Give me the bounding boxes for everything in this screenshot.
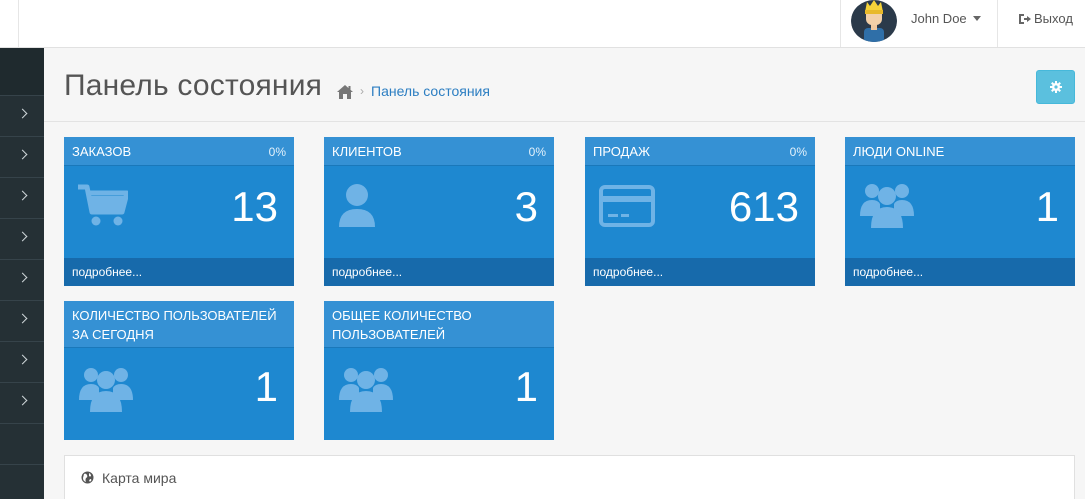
tile-header: КЛИЕНТОВ 0% (324, 137, 554, 166)
chevron-right-icon (17, 231, 28, 242)
chevron-right-icon (17, 149, 28, 160)
tile-clients: КЛИЕНТОВ 0% 3 подробнее... (324, 137, 554, 286)
tile-title: ЗАКАЗОВ (72, 144, 132, 159)
more-link[interactable]: подробнее... (853, 265, 923, 279)
sidebar-item-9[interactable] (0, 424, 44, 465)
breadcrumb-link[interactable]: Панель состояния (371, 83, 490, 99)
users-icon (860, 184, 914, 228)
tile-title: ПРОДАЖ (593, 144, 651, 159)
tile-header: ЗАКАЗОВ 0% (64, 137, 294, 166)
more-link[interactable]: подробнее... (593, 265, 663, 279)
user-menu[interactable]: John Doe (840, 0, 997, 47)
tile-value: 1 (254, 363, 278, 410)
tile-title: КЛИЕНТОВ (332, 144, 402, 159)
tile-value: 1 (514, 363, 538, 410)
tile-sales: ПРОДАЖ 0% 613 подробнее... (585, 137, 815, 286)
sign-out-icon (1019, 14, 1031, 24)
logout-button[interactable]: Выход (997, 0, 1085, 47)
sidebar-item-4[interactable] (0, 219, 44, 260)
tile-value: 3 (514, 183, 538, 230)
chevron-right-icon (17, 108, 28, 119)
logout-label[interactable]: Выход (1034, 11, 1073, 26)
tile-value: 613 (728, 183, 799, 230)
tile-total-users: ОБЩЕЕ КОЛИЧЕСТВО ПОЛЬЗОВАТЕЛЕЙ 1 (324, 301, 554, 440)
tile-title-line-2: ПОЛЬЗОВАТЕЛЕЙ (332, 327, 446, 342)
user-name[interactable]: John Doe (911, 11, 967, 26)
chevron-right-icon (17, 313, 28, 324)
tile-percent: 0% (268, 145, 286, 159)
credit-card-icon (599, 185, 655, 227)
sidebar-item-2[interactable] (0, 137, 44, 178)
tile-people-online: ЛЮДИ ONLINE 1 подробнее... (845, 137, 1075, 286)
tile-orders: ЗАКАЗОВ 0% 13 подробнее... (64, 137, 294, 286)
world-map-panel: Карта мира (64, 455, 1075, 499)
tile-title-line-1: КОЛИЧЕСТВО ПОЛЬЗОВАТЕЛЕЙ (72, 308, 277, 323)
chevron-right-icon (17, 190, 28, 201)
caret-down-icon[interactable] (973, 16, 981, 21)
chevron-right-icon (17, 395, 28, 406)
sidebar-item-5[interactable] (0, 260, 44, 301)
chevron-right-icon (17, 354, 28, 365)
page-header: Панель состояния › Панель состояния (44, 48, 1085, 122)
sidebar-top-item[interactable] (0, 48, 44, 96)
tile-users-today: КОЛИЧЕСТВО ПОЛЬЗОВАТЕЛЕЙ ЗА СЕГОДНЯ 1 (64, 301, 294, 440)
tile-title-line-1: ОБЩЕЕ КОЛИЧЕСТВО (332, 308, 472, 323)
top-header: John Doe Выход (0, 0, 1085, 48)
tile-percent: 0% (789, 145, 807, 159)
more-link[interactable]: подробнее... (72, 265, 142, 279)
sidebar-item-7[interactable] (0, 342, 44, 383)
user-icon (339, 184, 375, 227)
settings-button[interactable] (1036, 70, 1075, 104)
more-link[interactable]: подробнее... (332, 265, 402, 279)
sidebar-item-8[interactable] (0, 383, 44, 424)
tile-value: 1 (1035, 183, 1059, 230)
sidebar (0, 48, 44, 499)
tile-footer[interactable]: подробнее... (845, 258, 1075, 286)
tile-percent: 0% (528, 145, 546, 159)
shopping-cart-icon (78, 184, 128, 226)
page-title: Панель состояния (64, 69, 323, 102)
sidebar-item-3[interactable] (0, 178, 44, 219)
user-avatar[interactable] (851, 0, 897, 42)
header-left-strip (0, 0, 19, 47)
users-icon (339, 368, 393, 412)
tile-footer[interactable]: подробнее... (64, 258, 294, 286)
tile-value: 13 (231, 183, 278, 230)
sidebar-item-1[interactable] (0, 96, 44, 137)
gear-icon (1050, 81, 1062, 93)
home-icon[interactable] (336, 84, 354, 100)
sidebar-item-6[interactable] (0, 301, 44, 342)
tile-header: КОЛИЧЕСТВО ПОЛЬЗОВАТЕЛЕЙ ЗА СЕГОДНЯ (64, 301, 294, 348)
tile-header: ЛЮДИ ONLINE (845, 137, 1075, 166)
tile-header: ОБЩЕЕ КОЛИЧЕСТВО ПОЛЬЗОВАТЕЛЕЙ (324, 301, 554, 348)
chevron-right-icon (17, 272, 28, 283)
users-icon (79, 368, 133, 412)
breadcrumb-separator: › (360, 84, 364, 98)
tile-footer[interactable]: подробнее... (585, 258, 815, 286)
tile-header: ПРОДАЖ 0% (585, 137, 815, 166)
globe-icon (81, 471, 94, 484)
tile-title: ЛЮДИ ONLINE (853, 144, 945, 159)
tile-footer[interactable]: подробнее... (324, 258, 554, 286)
panel-title: Карта мира (102, 470, 177, 486)
tile-title-line-2: ЗА СЕГОДНЯ (72, 327, 154, 342)
